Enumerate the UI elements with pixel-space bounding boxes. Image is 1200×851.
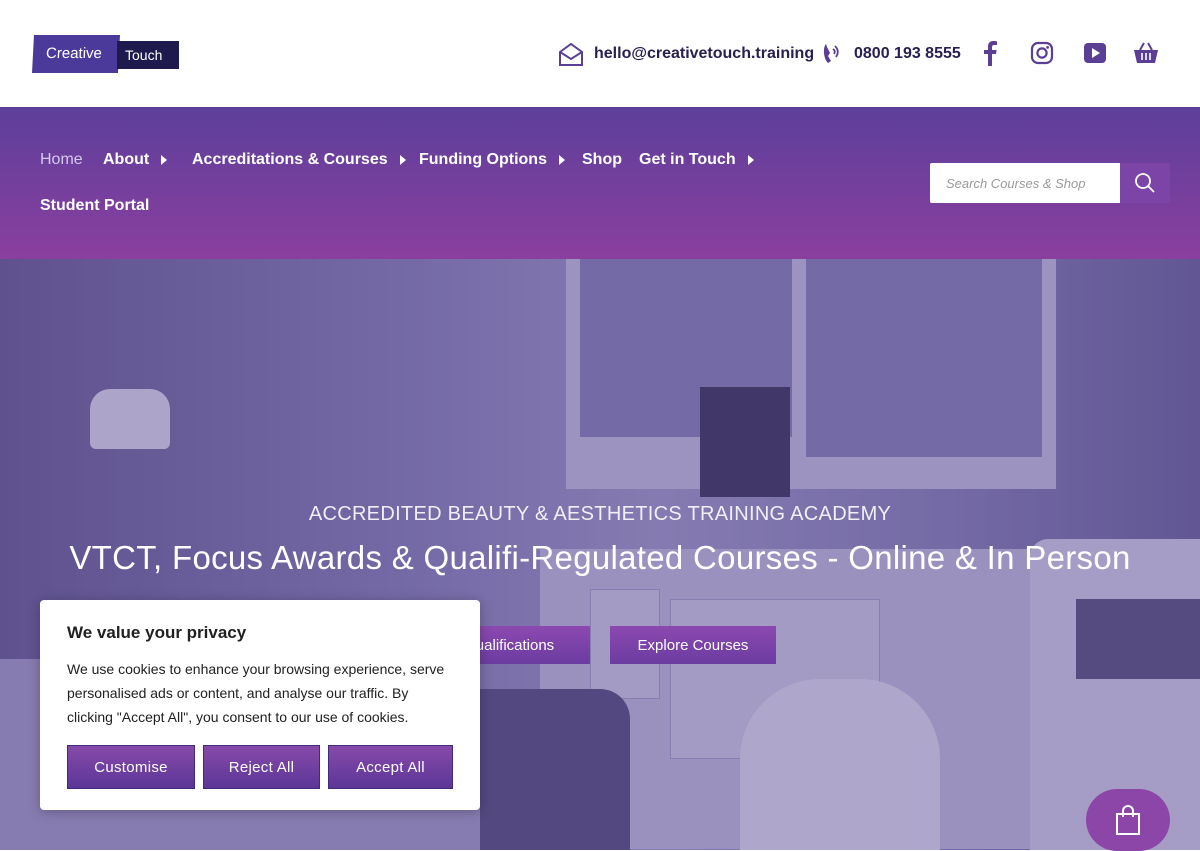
email-link[interactable]: hello@creativetouch.training — [558, 38, 814, 70]
basket-icon[interactable] — [1131, 38, 1161, 68]
envelope-icon — [559, 42, 583, 66]
hero-subtitle: ACCREDITED BEAUTY & AESTHETICS TRAINING … — [308, 503, 892, 525]
facebook-icon[interactable] — [975, 38, 1005, 68]
phone-icon — [823, 44, 839, 63]
search-icon — [1135, 173, 1155, 193]
caret-right-icon — [747, 155, 754, 165]
caret-right-icon — [558, 155, 565, 165]
nav-item-funding[interactable]: Funding Options — [419, 151, 565, 169]
email-text: hello@creativetouch.training — [594, 45, 815, 62]
caret-right-icon — [399, 155, 406, 165]
nav-item-get-in-touch[interactable]: Get in Touch — [639, 151, 754, 169]
search-button[interactable] — [1120, 163, 1170, 203]
phone-text: 0800 193 8555 — [854, 45, 961, 62]
shopping-bag-icon — [1116, 805, 1140, 835]
youtube-icon[interactable] — [1080, 38, 1110, 68]
logo[interactable]: Creative Touch — [32, 35, 179, 73]
nav-item-about[interactable]: About — [103, 151, 168, 169]
top-bar: Creative Touch hello@creativetouch.train… — [0, 0, 1200, 107]
cookie-title: We value your privacy — [67, 623, 247, 642]
nav-item-home[interactable]: Home — [40, 151, 83, 169]
nav-item-accreditations[interactable]: Accreditations & Courses — [192, 151, 406, 169]
logo-word-1: Creative — [32, 35, 120, 73]
hero-title: VTCT, Focus Awards & Qualifi-Regulated C… — [69, 539, 1131, 576]
customise-button[interactable]: Customise — [67, 745, 195, 789]
cookie-consent-dialog: We value your privacy We use cookies to … — [40, 600, 480, 810]
search-input[interactable] — [930, 163, 1120, 203]
explore-courses-button[interactable]: Explore Courses — [610, 626, 776, 664]
accept-all-button[interactable]: Accept All — [328, 745, 453, 789]
reject-all-button[interactable]: Reject All — [203, 745, 320, 789]
nav-item-shop[interactable]: Shop — [582, 151, 622, 169]
phone-link[interactable]: 0800 193 8555 — [820, 38, 961, 70]
floating-cart-button[interactable] — [1086, 789, 1170, 851]
logo-word-2: Touch — [117, 41, 179, 69]
cookie-text: We use cookies to enhance your browsing … — [67, 661, 445, 725]
instagram-icon[interactable] — [1027, 38, 1057, 68]
caret-right-icon — [161, 155, 168, 165]
nav-item-student-portal[interactable]: Student Portal — [40, 197, 149, 215]
